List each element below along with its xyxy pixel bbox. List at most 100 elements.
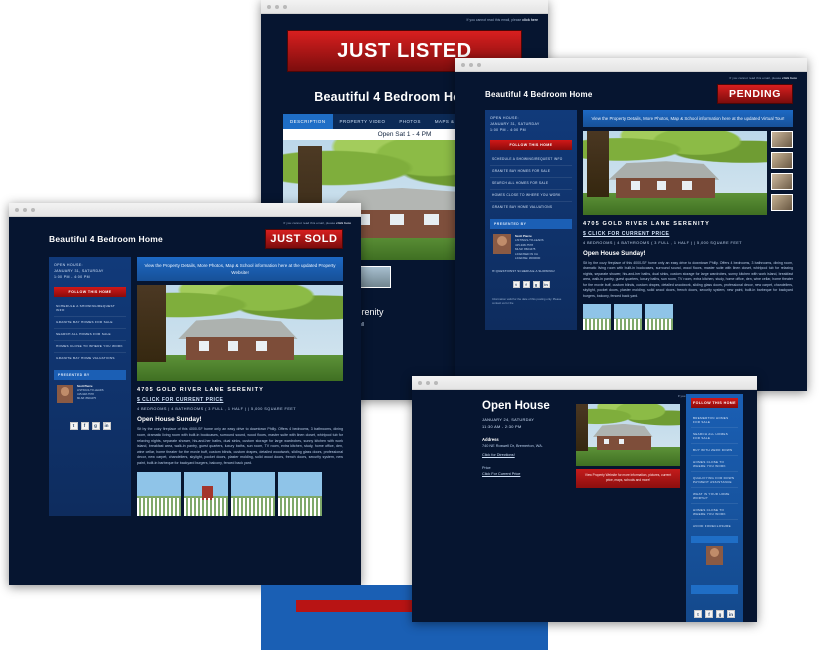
google-plus-icon[interactable]: g <box>716 610 724 618</box>
strip-photo[interactable] <box>583 304 611 330</box>
specs-pending: 4 BEDROOMS | 4 BATHROOMS ( 3 FULL , 1 HA… <box>583 241 743 246</box>
strip-photo[interactable] <box>645 304 673 330</box>
sidebar-item-schedule-showing[interactable]: SCHEDULE A SHOWING/REQUEST INFO <box>490 154 572 166</box>
browser-window-open-house[interactable]: If you cannot read this email, please cl… <box>412 376 757 622</box>
price-link-pending[interactable]: $ CLICK FOR CURRENT PRICE <box>583 231 793 237</box>
preheader-link[interactable]: click here <box>522 18 538 22</box>
google-plus-icon[interactable]: g <box>532 280 540 288</box>
social-bar-just-sold[interactable]: t f g in <box>54 408 126 444</box>
tab-photos[interactable]: PHOTOS <box>392 114 427 129</box>
window-dot-maximize[interactable] <box>477 62 481 67</box>
window-dot-minimize[interactable] <box>469 62 473 67</box>
thumbnail[interactable] <box>357 266 391 288</box>
price-link-just-sold[interactable]: $ CLICK FOR CURRENT PRICE <box>137 397 343 403</box>
window-dot-close[interactable] <box>267 4 271 9</box>
sidebar-item-granite-bay-homes[interactable]: GRANITE BAY HOMES FOR SALE <box>490 166 572 178</box>
main-column-just-sold: View the Property Details, More Photos, … <box>137 257 343 517</box>
follow-this-home-button[interactable]: FOLLOW THIS HOME <box>54 286 126 297</box>
agent-license: LICENSE: #000000 <box>515 256 541 261</box>
sidebar-item-homes-close-to-work[interactable]: HOMES CLOSE TO WHERE YOU WORK <box>691 456 738 472</box>
virtual-tour-cta-pending[interactable]: View the Property Details, More Photos, … <box>583 110 793 128</box>
window-dot-maximize[interactable] <box>283 4 287 9</box>
strip-photo[interactable] <box>137 472 181 517</box>
window-dot-close[interactable] <box>461 62 465 67</box>
window-dot-close[interactable] <box>418 380 422 385</box>
screenshot-canvas: If you cannot read this email, please cl… <box>0 0 820 662</box>
sidebar-item-home-worth[interactable]: WHAT IS YOUR HOME WORTH? <box>691 488 738 504</box>
strip-photo[interactable] <box>614 304 642 330</box>
sidebar-item-avoid-foreclosure[interactable]: AVOID FORECLOSURE <box>691 520 738 531</box>
sidebar-item-homes-close-to-work-2[interactable]: HOMES CLOSE TO WHERE YOU WORK <box>691 504 738 520</box>
facebook-icon[interactable]: f <box>705 610 713 618</box>
window-chrome-just-listed[interactable] <box>261 0 548 14</box>
window-dot-close[interactable] <box>15 207 19 212</box>
preheader-link[interactable]: click here <box>782 76 797 80</box>
twitter-icon[interactable]: t <box>512 280 520 288</box>
window-dot-maximize[interactable] <box>434 380 438 385</box>
open-house-block-pending: OPEN HOUSE: JANUARY 31, SATURDAY 1:00 PM… <box>490 116 572 134</box>
thumbnail[interactable] <box>771 152 793 170</box>
browser-window-pending[interactable]: If you cannot read this email, please cl… <box>455 58 807 391</box>
window-chrome-pending[interactable] <box>455 58 807 72</box>
facebook-icon[interactable]: f <box>522 280 530 288</box>
hero-photo-just-sold[interactable] <box>137 285 343 382</box>
thumbnail[interactable] <box>771 131 793 149</box>
sidebar-item-down-payment-assistance[interactable]: QUALIFYING FOR DOWN PAYMENT ASSISTANCE <box>691 472 738 488</box>
sidebar-item-bremerton-homes[interactable]: BREMERTON HOMES FOR SALE <box>691 412 738 428</box>
twitter-icon[interactable]: t <box>69 421 78 430</box>
question-schedule-link[interactable]: ✉ QUESTIONS? SCHEDULE A SHOWING! <box>490 266 572 276</box>
strip-photo[interactable] <box>278 472 322 517</box>
social-bar-pending[interactable]: t f g in <box>490 276 572 293</box>
agent-details: Scott Pierce LISTINGS-TO-LEADS 415-948-7… <box>77 385 104 403</box>
thumbnail[interactable] <box>771 194 793 212</box>
browser-window-just-sold[interactable]: If you cannot read this email, please cl… <box>9 203 361 585</box>
twitter-icon[interactable]: t <box>694 610 702 618</box>
sidebar-item-schedule-showing[interactable]: SCHEDULE A SHOWING/REQUEST INFO <box>54 301 126 317</box>
strip-photo[interactable] <box>184 472 228 517</box>
linkedin-icon[interactable]: in <box>727 610 735 618</box>
sidebar-item-homes-close-to-work[interactable]: HOMES CLOSE TO WHERE YOU WORK <box>490 190 572 202</box>
window-dot-minimize[interactable] <box>275 4 279 9</box>
tab-description[interactable]: DESCRIPTION <box>283 114 333 129</box>
sidebar-pending: OPEN HOUSE: JANUARY 31, SATURDAY 1:00 PM… <box>485 110 577 330</box>
facebook-icon[interactable]: f <box>80 421 89 430</box>
window-chrome-open-house[interactable] <box>412 376 757 390</box>
address-just-sold: 4705 GOLD RIVER LANE SERENITY <box>137 387 265 394</box>
strip-photo[interactable] <box>231 472 275 517</box>
price-link[interactable]: Click For Current Price <box>482 472 570 476</box>
window-dot-minimize[interactable] <box>23 207 27 212</box>
photo-strip-pending[interactable] <box>583 304 793 330</box>
price-label: Price <box>482 465 491 470</box>
hero-photo-pending[interactable] <box>583 131 767 216</box>
window-chrome-just-sold[interactable] <box>9 203 361 217</box>
social-bar-open-house[interactable]: t f g in <box>691 594 738 618</box>
sidebar-item-search-all-homes[interactable]: SEARCH ALL HOMES FOR SALE <box>691 428 738 444</box>
window-dot-minimize[interactable] <box>426 380 430 385</box>
sidebar-item-home-valuations[interactable]: GRANITE BAY HOME VALUATIONS <box>490 202 572 213</box>
property-website-cta-just-sold[interactable]: View the Property Details, More Photos, … <box>137 257 343 282</box>
tab-property-video[interactable]: PROPERTY VIDEO <box>333 114 393 129</box>
preheader-link[interactable]: click here <box>336 221 351 225</box>
follow-this-home-button[interactable]: FOLLOW THIS HOME <box>691 398 738 408</box>
thumbnail[interactable] <box>771 173 793 191</box>
sidebar-item-search-all-homes[interactable]: SEARCH ALL HOMES FOR SALE <box>54 329 126 341</box>
sidebar-item-granite-bay-homes[interactable]: GRANITE BAY HOMES FOR SALE <box>54 317 126 329</box>
sidebar-item-search-all-homes[interactable]: SEARCH ALL HOMES FOR SALE <box>490 178 572 190</box>
linkedin-icon[interactable]: in <box>102 421 111 430</box>
directions-link[interactable]: Click for Directions! <box>482 453 570 457</box>
open-house-heading-pending: Open House Sunday! <box>583 250 646 258</box>
google-plus-icon[interactable]: g <box>91 421 100 430</box>
sidebar-item-home-valuations[interactable]: GRANITE BAY HOME VALUATIONS <box>54 353 126 364</box>
follow-this-home-button[interactable]: FOLLOW THIS HOME <box>490 139 572 150</box>
thumbnail-column-pending[interactable] <box>771 131 793 215</box>
open-house-date: JANUARY 24, SATURDAY <box>482 417 535 422</box>
hero-photo-open-house[interactable] <box>576 404 680 466</box>
envelope-icon: ✉ <box>492 268 495 273</box>
photo-strip-just-sold[interactable] <box>137 472 343 517</box>
linkedin-icon[interactable]: in <box>542 280 550 288</box>
sidebar-item-homes-close-to-work[interactable]: HOMES CLOSE TO WHERE YOU WORK <box>54 341 126 353</box>
sidebar-item-zero-down[interactable]: BUY WITH ZERO DOWN <box>691 444 738 456</box>
presented-by-label: PRESENTED BY <box>54 369 126 380</box>
window-dot-maximize[interactable] <box>31 207 35 212</box>
photo-cta-open-house[interactable]: View Property Website for more informati… <box>576 469 680 488</box>
